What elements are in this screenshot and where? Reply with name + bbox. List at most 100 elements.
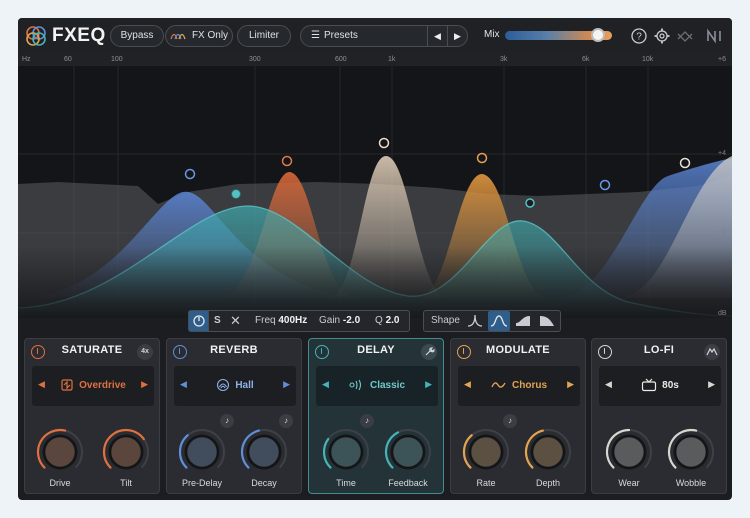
wear-knob[interactable] — [604, 427, 654, 477]
wobble-knob[interactable] — [666, 427, 716, 477]
hall-icon — [217, 379, 230, 392]
band-q-field[interactable]: Q 2.0 — [375, 311, 399, 331]
presets-selector[interactable]: ☰ Presets ◀ ▶ — [300, 25, 468, 47]
modulate-next-arrow[interactable]: ▶ — [567, 379, 574, 390]
modulate-prev-arrow[interactable]: ◀ — [464, 379, 471, 390]
modulate-preset-selector[interactable]: ◀ Chorus ▶ — [458, 366, 580, 406]
brand-title: FXEQ — [52, 25, 106, 46]
tilt-knob[interactable] — [101, 427, 151, 477]
chorus-icon — [491, 382, 506, 389]
fxeq-logo-icon — [26, 26, 46, 46]
lofi-prev-arrow[interactable]: ◀ — [605, 379, 612, 390]
fx-only-button[interactable]: FX Only — [165, 25, 233, 47]
knob-cap-shade — [111, 437, 141, 467]
shape-low-shelf-button[interactable] — [512, 311, 534, 331]
band-handle-8[interactable] — [679, 157, 691, 169]
saturate-next-arrow[interactable]: ▶ — [141, 379, 148, 390]
freq-tick-unit: Hz — [22, 56, 31, 63]
reverb-prev-arrow[interactable]: ◀ — [180, 379, 187, 390]
frequency-ruler: Hz 60 100 300 600 1k 3k 6k 10k +6 — [18, 54, 732, 66]
preset-prev-button[interactable]: ◀ — [427, 26, 447, 46]
preset-next-button[interactable]: ▶ — [447, 26, 467, 46]
saturate-preset-selector[interactable]: ◀ Overdrive ▶ — [32, 366, 154, 406]
routing-icon[interactable] — [676, 27, 694, 45]
depth-knob[interactable] — [523, 427, 573, 477]
band-handle-3[interactable] — [281, 155, 293, 167]
delay-preset-selector[interactable]: ◀ Classic ▶ — [316, 366, 438, 406]
band-handle-7[interactable] — [599, 179, 611, 191]
delay-prev-arrow[interactable]: ◀ — [322, 379, 329, 390]
delay-advanced-button[interactable] — [421, 344, 437, 360]
modulate-preset-display: Chorus — [482, 366, 556, 406]
saturate-oversampling-button[interactable]: 4x — [137, 344, 153, 360]
knob-cap-shade — [187, 437, 217, 467]
mix-slider-thumb[interactable] — [591, 28, 606, 42]
power-icon — [193, 315, 205, 327]
fx-waves-icon — [170, 34, 186, 40]
knob-graphic — [178, 429, 225, 470]
module-delay: DELAY ◀ Classic ▶ ♪ Time Feedback — [308, 338, 444, 494]
freq-tick-100: 100 — [111, 56, 123, 63]
shape-bell-button[interactable] — [488, 311, 510, 331]
eq-curves-graphic: +4 +2 dB — [18, 66, 732, 318]
band-solo-button[interactable]: S — [214, 311, 226, 331]
overdrive-icon — [61, 379, 73, 391]
music-note-icon: ♪ — [225, 416, 229, 425]
decay-sync-button[interactable]: ♪ — [279, 414, 293, 428]
decay-label: Decay — [251, 478, 277, 488]
freq-tick-10k: 10k — [642, 56, 654, 63]
band-handle-1[interactable] — [184, 168, 196, 180]
ni-logo-icon — [707, 28, 721, 44]
knob-graphic — [102, 428, 149, 470]
limiter-button[interactable]: Limiter — [237, 25, 291, 47]
help-icon[interactable]: ? — [630, 27, 648, 45]
lofi-preset-selector[interactable]: ◀ 80s ▶ — [599, 366, 721, 406]
lofi-preset-display: 80s — [623, 366, 697, 406]
settings-icon[interactable] — [653, 27, 671, 45]
rate-sync-button[interactable]: ♪ — [503, 414, 517, 428]
pre-delay-label: Pre-Delay — [181, 478, 222, 488]
decay-knob[interactable] — [239, 427, 289, 477]
band-handle-5[interactable] — [476, 152, 488, 164]
bypass-button[interactable]: Bypass — [110, 25, 164, 47]
band-handle-4[interactable] — [378, 137, 390, 149]
knob-cap-shade — [249, 437, 279, 467]
drive-label: Drive — [49, 478, 71, 488]
mix-slider[interactable] — [505, 28, 612, 42]
music-note-icon: ♪ — [284, 416, 288, 425]
band-parameters-group: S ✕ Freq 400Hz Gain -2.0 Q 2.0 — [188, 310, 410, 332]
db-tick-top: +6 — [718, 56, 726, 63]
rate-knob[interactable] — [461, 427, 511, 477]
knob-graphic — [667, 428, 714, 470]
pre-delay-knob[interactable] — [177, 427, 227, 477]
time-knob[interactable] — [321, 427, 371, 477]
pre-delay-sync-button[interactable]: ♪ — [220, 414, 234, 428]
delay-preset-display: Classic — [340, 366, 414, 406]
feedback-knob[interactable] — [383, 427, 433, 477]
band-handle-6[interactable] — [525, 198, 535, 208]
band-gain-field[interactable]: Gain -2.0 — [319, 311, 360, 331]
delay-next-arrow[interactable]: ▶ — [425, 379, 432, 390]
reverb-title: REVERB — [210, 344, 258, 356]
drive-knob[interactable] — [35, 427, 85, 477]
reverb-preset-selector[interactable]: ◀ Hall ▶ — [174, 366, 296, 406]
reverb-next-arrow[interactable]: ▶ — [283, 379, 290, 390]
band-remove-button[interactable]: ✕ — [230, 311, 244, 331]
lofi-advanced-button[interactable] — [704, 344, 720, 360]
module-reverb: REVERB ◀ Hall ▶ ♪ ♪ Pre-Delay Decay — [166, 338, 302, 494]
knob-cap-shade — [533, 437, 563, 467]
eq-spectrum-display[interactable]: +4 +2 dB — [18, 66, 732, 318]
saturate-prev-arrow[interactable]: ◀ — [38, 379, 45, 390]
presets-field: ☰ Presets — [311, 26, 358, 46]
shape-cut-button[interactable] — [536, 311, 558, 331]
mix-label: Mix — [484, 29, 500, 40]
lofi-next-arrow[interactable]: ▶ — [708, 379, 715, 390]
time-sync-button[interactable]: ♪ — [360, 414, 374, 428]
header-bar: FXEQ Bypass FX Only Limiter ☰ Presets ◀ ▶… — [18, 18, 732, 54]
band-freq-field[interactable]: Freq 400Hz — [255, 311, 307, 331]
band-handle-2[interactable] — [231, 189, 241, 199]
band-power-button[interactable] — [189, 311, 209, 331]
bypass-label: Bypass — [120, 30, 154, 41]
rate-label: Rate — [476, 478, 496, 488]
shape-notch-button[interactable] — [464, 311, 486, 331]
